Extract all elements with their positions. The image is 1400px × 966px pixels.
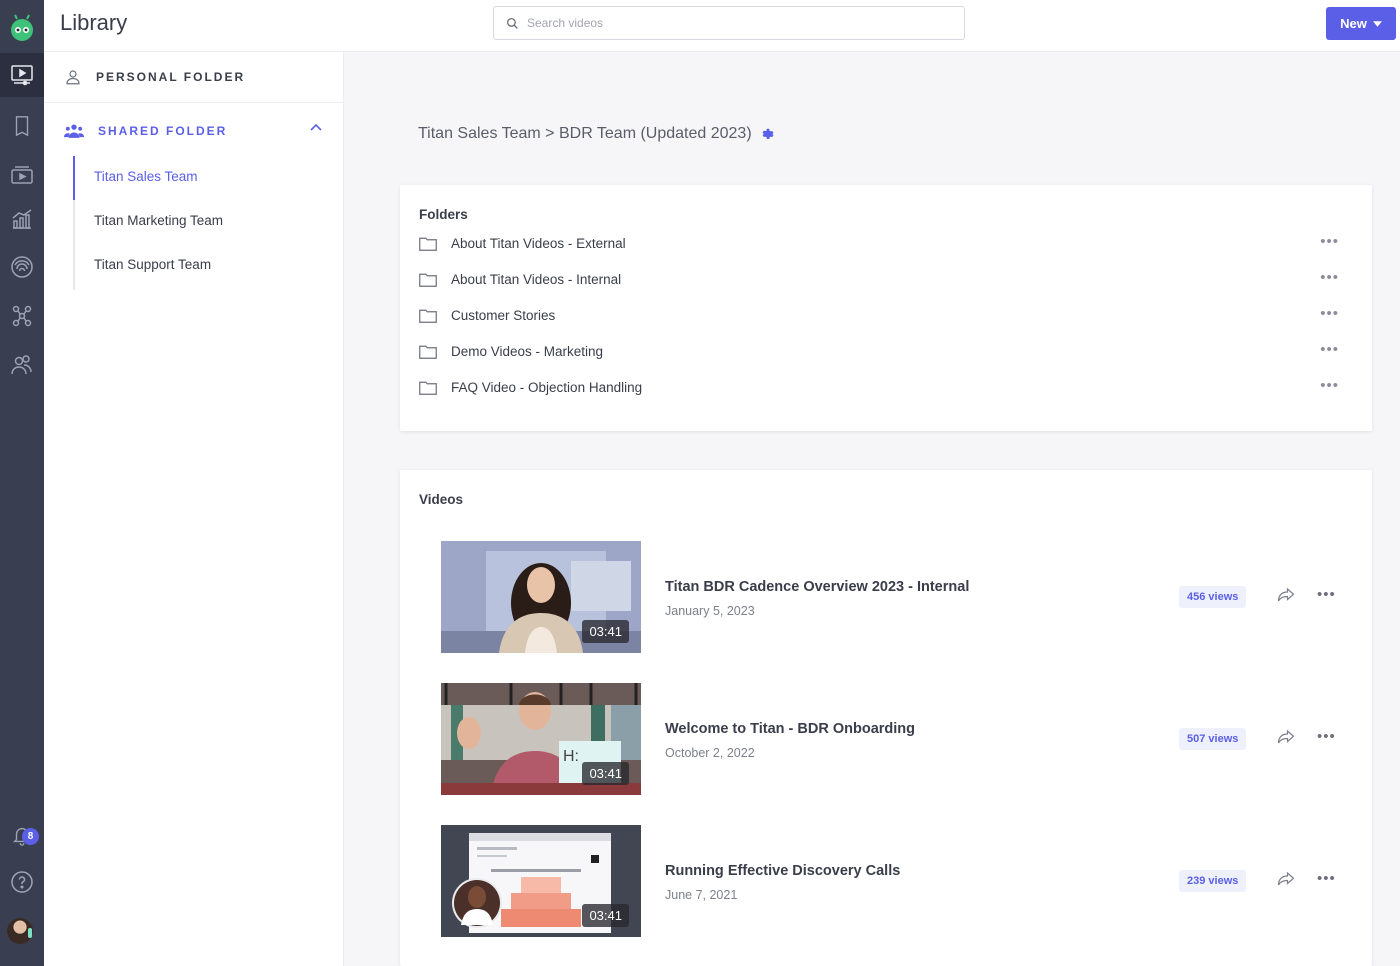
new-button[interactable]: New xyxy=(1326,7,1396,40)
video-thumbnail[interactable]: 03:41 xyxy=(441,825,641,937)
video-title[interactable]: Titan BDR Cadence Overview 2023 - Intern… xyxy=(665,579,969,595)
folder-name: About Titan Videos - External xyxy=(451,235,626,251)
chevron-up-icon[interactable] xyxy=(310,123,322,131)
rail-video-library-button[interactable] xyxy=(0,53,44,97)
more-options-icon[interactable]: ••• xyxy=(1317,729,1336,744)
folders-title: Folders xyxy=(419,207,468,222)
sidebar-item-titan-support-team[interactable]: Titan Support Team xyxy=(94,257,211,272)
folder-name: About Titan Videos - Internal xyxy=(451,271,622,287)
video-duration: 03:41 xyxy=(582,762,629,785)
folder-name: FAQ Video - Objection Handling xyxy=(451,379,643,395)
status-indicator xyxy=(28,928,32,938)
folder-row[interactable]: About Titan Videos - Internal ••• xyxy=(419,267,1339,291)
folder-name: Demo Videos - Marketing xyxy=(451,343,604,359)
video-title[interactable]: Running Effective Discovery Calls xyxy=(665,863,900,879)
folder-icon xyxy=(419,237,437,251)
notification-badge: 8 xyxy=(22,828,39,845)
rail-playlist-button[interactable] xyxy=(0,153,44,197)
video-date: June 7, 2021 xyxy=(665,888,738,902)
folder-icon xyxy=(419,273,437,287)
app-logo-icon[interactable] xyxy=(6,10,38,44)
breadcrumb-text[interactable]: Titan Sales Team > BDR Team (Updated 202… xyxy=(418,125,752,143)
share-icon[interactable] xyxy=(1277,729,1295,745)
more-options-icon[interactable]: ••• xyxy=(1320,306,1339,321)
fingerprint-icon xyxy=(11,256,33,278)
rail-analytics-button[interactable] xyxy=(0,197,44,241)
search-box[interactable] xyxy=(493,6,965,40)
more-options-icon[interactable]: ••• xyxy=(1320,234,1339,249)
team-icon xyxy=(11,355,32,375)
folder-icon xyxy=(419,381,437,395)
video-title[interactable]: Welcome to Titan - BDR Onboarding xyxy=(665,721,915,737)
help-icon xyxy=(11,871,33,893)
integrations-icon xyxy=(12,305,32,327)
video-row[interactable]: 03:41 Titan BDR Cadence Overview 2023 - … xyxy=(441,541,1337,653)
more-options-icon[interactable]: ••• xyxy=(1317,871,1336,886)
views-badge: 456 views xyxy=(1179,586,1247,608)
document-icon xyxy=(15,116,29,137)
shared-folder-label: SHARED FOLDER xyxy=(98,123,228,138)
page-title: Library xyxy=(60,10,128,35)
rail-integrations-button[interactable] xyxy=(0,294,44,338)
app-rail: 8 xyxy=(0,0,44,966)
more-options-icon[interactable]: ••• xyxy=(1320,342,1339,357)
share-icon[interactable] xyxy=(1277,587,1295,603)
group-icon xyxy=(64,123,84,138)
video-row[interactable]: 03:41 Running Effective Discovery Calls … xyxy=(441,825,1337,937)
folder-name: Customer Stories xyxy=(451,307,556,323)
more-options-icon[interactable]: ••• xyxy=(1320,270,1339,285)
shared-folder-section[interactable]: SHARED FOLDER xyxy=(44,105,344,156)
video-date: October 2, 2022 xyxy=(665,746,755,760)
views-badge: 507 views xyxy=(1179,728,1247,750)
analytics-icon xyxy=(12,209,32,229)
rail-help-button[interactable] xyxy=(0,860,44,904)
views-badge: 239 views xyxy=(1179,870,1247,892)
sidebar-item-titan-sales-team[interactable]: Titan Sales Team xyxy=(94,169,198,184)
new-button-label: New xyxy=(1340,16,1367,31)
video-duration: 03:41 xyxy=(582,904,629,927)
rail-document-button[interactable] xyxy=(0,104,44,148)
video-row[interactable]: H: 03:41 Welcome to Titan - BDR Onboardi… xyxy=(441,683,1337,795)
folder-icon xyxy=(419,309,437,323)
share-icon[interactable] xyxy=(1277,871,1295,887)
svg-text:H:: H: xyxy=(563,748,579,765)
sidebar-item-titan-marketing-team[interactable]: Titan Marketing Team xyxy=(94,213,223,228)
more-options-icon[interactable]: ••• xyxy=(1317,587,1336,602)
video-thumbnail[interactable]: H: 03:41 xyxy=(441,683,641,795)
tree-line-active-marker xyxy=(73,156,75,200)
videos-title: Videos xyxy=(419,492,464,507)
folder-icon xyxy=(419,345,437,359)
folder-row[interactable]: About Titan Videos - External ••• xyxy=(419,231,1339,255)
videos-card: Videos 03:41 Titan BDR Cadence Overview … xyxy=(400,470,1372,966)
search-icon xyxy=(506,17,518,29)
personal-folder-label: PERSONAL FOLDER xyxy=(96,70,246,84)
top-bar: Library New xyxy=(44,0,1400,52)
folder-sidebar: PERSONAL FOLDER SHARED FOLDER Titan Sale… xyxy=(44,52,344,966)
rail-team-button[interactable] xyxy=(0,343,44,387)
search-input[interactable] xyxy=(527,16,947,30)
playlist-icon xyxy=(11,166,33,184)
person-icon xyxy=(66,70,80,85)
folders-card: Folders About Titan Videos - External ••… xyxy=(400,185,1372,431)
video-thumbnail[interactable]: 03:41 xyxy=(441,541,641,653)
gear-icon[interactable] xyxy=(760,127,774,141)
folder-row[interactable]: FAQ Video - Objection Handling ••• xyxy=(419,375,1339,399)
more-options-icon[interactable]: ••• xyxy=(1320,378,1339,393)
caret-down-icon xyxy=(1372,20,1382,27)
video-duration: 03:41 xyxy=(582,620,629,643)
personal-folder-section[interactable]: PERSONAL FOLDER xyxy=(44,52,344,103)
video-library-icon xyxy=(11,65,33,86)
folder-row[interactable]: Demo Videos - Marketing ••• xyxy=(419,339,1339,363)
breadcrumb: Titan Sales Team > BDR Team (Updated 202… xyxy=(418,125,774,143)
folder-row[interactable]: Customer Stories ••• xyxy=(419,303,1339,327)
rail-fingerprint-button[interactable] xyxy=(0,245,44,289)
video-date: January 5, 2023 xyxy=(665,604,755,618)
